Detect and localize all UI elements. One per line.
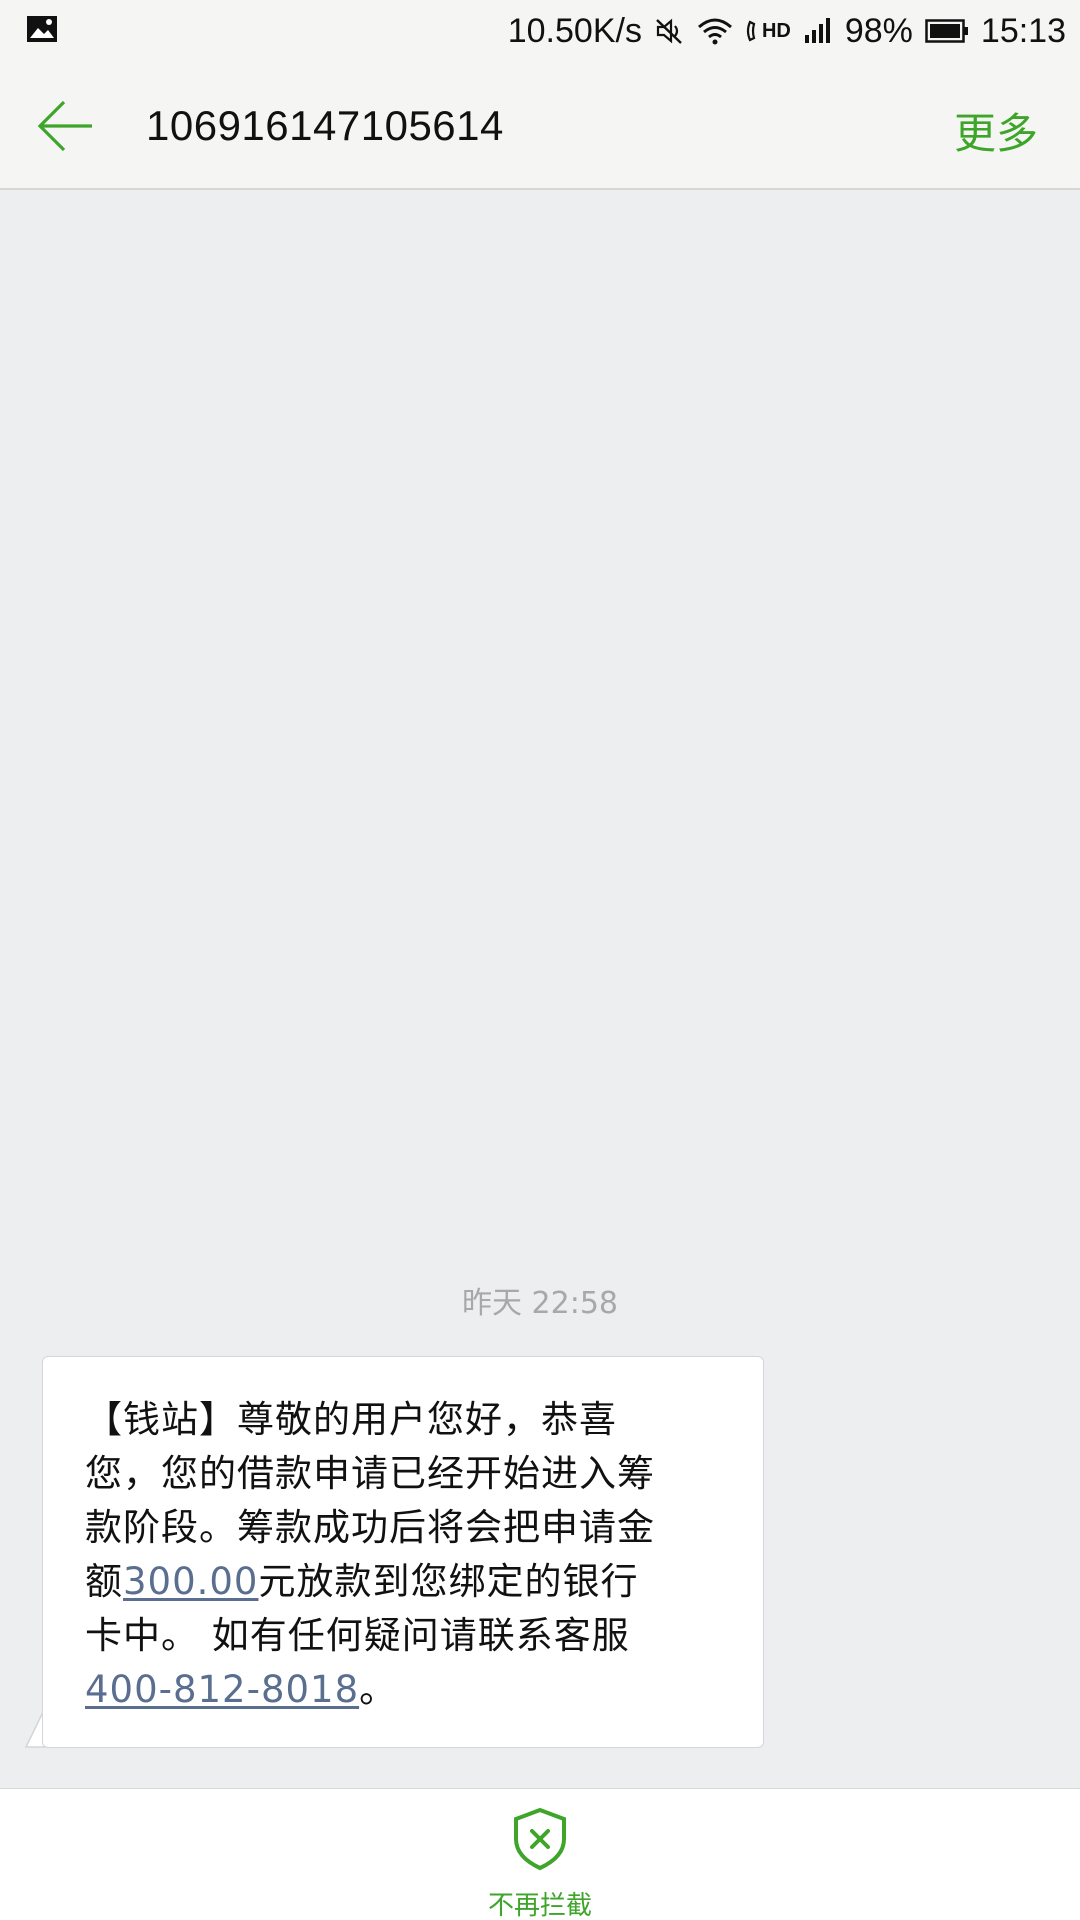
back-arrow-icon[interactable] xyxy=(36,98,96,154)
message-thread[interactable]: 昨天 22:58 【钱站】尊敬的用户您好，恭喜您，您的借款申请已经开始进入筹款阶… xyxy=(0,190,1080,1788)
shield-x-icon xyxy=(514,1807,566,1871)
unblock-label: 不再拦截 xyxy=(487,1891,592,1920)
bottom-action-bar: 不再拦截 xyxy=(0,1788,1080,1920)
hd-call-icon: HD xyxy=(746,16,791,46)
sender-number: 106916147105614 xyxy=(146,102,504,149)
network-speed: 10.50K/s xyxy=(507,11,642,50)
amount-link[interactable]: 300.00 xyxy=(123,1560,258,1603)
gallery-icon xyxy=(27,16,57,42)
message-timestamp: 昨天 22:58 xyxy=(462,1286,618,1321)
conversation-header: 106916147105614 更多 xyxy=(0,62,1080,190)
phone-link[interactable]: 400-812-8018 xyxy=(85,1668,359,1711)
status-bar: 10.50K/s HD 98% 15:13 xyxy=(0,0,1080,62)
message-bubble[interactable]: 【钱站】尊敬的用户您好，恭喜您，您的借款申请已经开始进入筹款阶段。筹款成功后将会… xyxy=(42,1356,764,1748)
signal-icon xyxy=(804,18,830,43)
message-text: 【钱站】尊敬的用户您好，恭喜您，您的借款申请已经开始进入筹款阶段。筹款成功后将会… xyxy=(85,1393,665,1717)
unblock-button[interactable]: 不再拦截 xyxy=(440,1807,640,1920)
mute-icon xyxy=(656,18,682,44)
clock: 15:13 xyxy=(980,11,1066,50)
more-button[interactable]: 更多 xyxy=(954,100,1038,161)
battery-icon xyxy=(925,19,968,43)
status-indicators: 10.50K/s HD 98% 15:13 xyxy=(508,0,1066,62)
wifi-icon xyxy=(697,18,732,45)
message-text-part: 。 xyxy=(359,1668,398,1711)
battery-percent: 98% xyxy=(844,11,913,50)
